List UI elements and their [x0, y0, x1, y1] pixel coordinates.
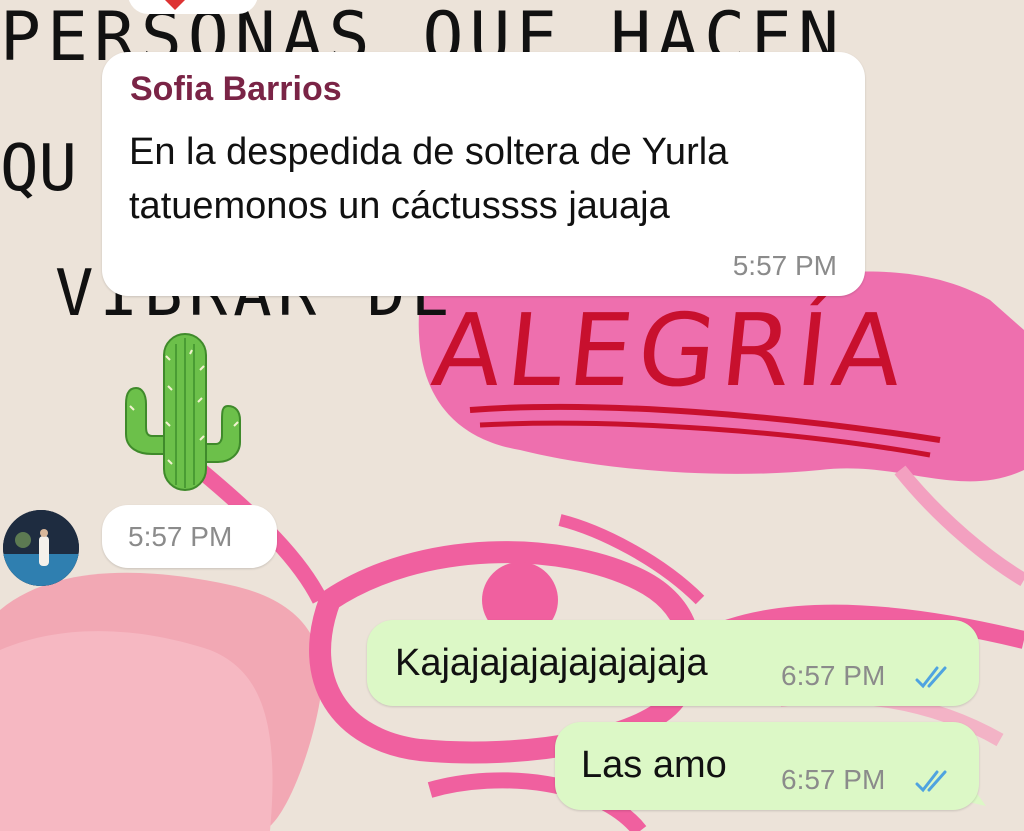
- sender-name[interactable]: Sofia Barrios: [130, 70, 342, 109]
- message-timestamp: 6:57 PM: [781, 764, 886, 795]
- cactus-sticker[interactable]: [124, 330, 244, 492]
- wallpaper-line2: QU: [0, 132, 77, 206]
- outgoing-message-bubble[interactable]: Las amo 6:57 PM: [555, 722, 979, 810]
- incoming-message-bubble[interactable]: 5:57 PM: [102, 505, 277, 568]
- message-timestamp: 6:57 PM: [781, 660, 886, 691]
- message-text: Las amo: [581, 744, 727, 786]
- incoming-message-bubble[interactable]: Sofia Barrios En la despedida de soltera…: [102, 52, 865, 296]
- outgoing-message-bubble[interactable]: Kajajajajajajajajaja 6:57 PM: [367, 620, 979, 706]
- message-text-line: En la despedida de soltera de Yurla: [129, 131, 729, 173]
- contact-avatar[interactable]: [3, 510, 79, 586]
- message-timestamp: 5:57 PM: [732, 250, 837, 281]
- read-double-check-icon: [915, 666, 947, 689]
- wallpaper-highlight: ALEGRÍA: [427, 292, 913, 409]
- read-double-check-icon: [915, 770, 947, 793]
- message-timestamp: 5:57 PM: [128, 521, 233, 552]
- message-text: Kajajajajajajajajaja: [395, 642, 708, 684]
- message-text-line: tatuemonos un cáctussss jauaja: [129, 185, 670, 227]
